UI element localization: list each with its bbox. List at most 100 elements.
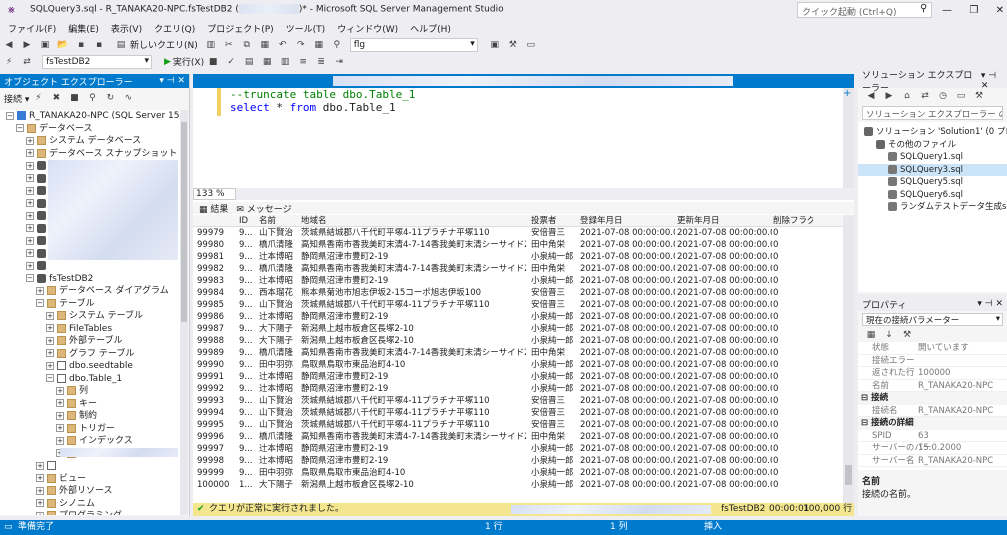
table-row[interactable]: 99985 9... 山下賢治 茨城県結城郡八千代町平塚4-11プラチナ平塚110 安倍… [193,299,843,311]
solution-item[interactable]: ランダムテストデータ生成sql.s [858,201,1007,214]
forward-icon[interactable]: ▶ [20,39,34,51]
tab-messages[interactable]: ✉ メッセージ [236,202,291,215]
table-row[interactable]: 99995 9... 山下賢治 茨城県結城郡八千代町平塚4-11プラチナ平塚110 安倍… [193,419,843,431]
expand-icon[interactable]: + [26,174,34,182]
collapse-icon[interactable]: − [26,274,34,282]
tree-node[interactable]: − テーブル [0,298,188,311]
tree-node[interactable]: − データベース [0,123,188,136]
expand-icon[interactable]: + [56,386,64,395]
expand-icon[interactable]: + [46,349,54,357]
tree-node[interactable]: + インデックス [0,435,188,448]
expand-icon[interactable]: + [46,324,54,332]
tree-scrollbar[interactable] [180,110,188,515]
tree-node[interactable]: + データベース ダイアグラム [0,285,188,298]
wrench-icon[interactable]: ⚒ [972,90,986,102]
new-query-button[interactable]: ▤ 新しいクエリ(N) [112,38,198,52]
expand-icon[interactable]: + [26,199,34,207]
table-row[interactable]: 99989 9... 橋爪清隆 高知県香南市香我美町末清4-7-14香我美町末清シーサ… [193,347,843,359]
table-row[interactable]: 99987 9... 大下陽子 新潟県上越市板倉区長塚2-10 小泉純一郎 2021-07… [193,323,843,335]
connect-icon[interactable]: ⚡ [2,56,16,68]
property-row[interactable]: 返された行 100000 [858,367,1007,380]
expand-icon[interactable]: + [56,424,64,432]
back-icon[interactable]: ◀ [2,39,16,51]
wrench-icon[interactable]: ⚒ [506,39,520,51]
back-icon[interactable]: ◀ [864,90,878,102]
property-row[interactable]: SPID 63 [858,430,1007,442]
results-grid[interactable]: ID 名前 地域名 投票者 登録年月日 更新年月日 削除フラグ 99979 9... 山下賢治 茨城… [193,215,843,503]
property-row[interactable]: 接続エラー [858,355,1007,367]
property-row[interactable]: サーバー名 R_TANAKA20-NPC [858,455,1007,467]
menu-item-0[interactable]: ファイル(F) [8,22,56,35]
collapse-icon[interactable]: ▭ [954,90,968,102]
collapse-icon[interactable]: ⊟ [861,393,871,403]
forward-icon[interactable]: ▶ [882,90,896,102]
search-icon[interactable]: ⚲ [920,3,927,14]
solution-search-input[interactable]: ソリューション エクスプローラー の検索 [862,106,1003,120]
cut-icon[interactable]: ✂ [222,39,236,51]
tree-node[interactable]: − fsTestDB2 [0,273,188,286]
menu-item-1[interactable]: 編集(E) [68,22,99,35]
tree-node[interactable]: + [0,260,188,273]
solution-item[interactable]: その他のファイル [858,139,1007,152]
close-icon[interactable]: ✕ [996,5,1004,16]
connect-button[interactable]: 接続 ▾ [4,92,29,105]
menu-item-4[interactable]: プロジェクト(P) [207,22,273,35]
expand-icon[interactable]: + [36,286,44,295]
table-row[interactable]: 99986 9... 辻本博昭 静岡県沼津市豊町2-19 小泉純一郎 2021-07-08… [193,311,843,323]
expand-icon[interactable]: + [46,336,54,345]
menu-item-5[interactable]: ツール(T) [286,22,326,35]
copy-icon[interactable]: ⧉ [240,39,254,51]
table-row[interactable]: 99982 9... 橋爪清隆 高知県香南市香我美町末清4-7-14香我美町末清シーサ… [193,263,843,275]
tree-node[interactable]: + データベース スナップショット [0,148,188,161]
database-combo[interactable]: fsTestDB2 [42,54,152,69]
table-row[interactable]: 99984 9... 西本瑠花 熊本県菊池市旭志伊坂2-15コーポ旭志伊坂100 安倍晋… [193,287,843,299]
connect-db-icon[interactable]: ⚡ [31,92,45,104]
column-header[interactable]: 名前 [259,215,299,227]
tree-node[interactable]: + キー [0,398,188,411]
expand-icon[interactable]: + [26,161,34,170]
execute-button[interactable]: ▶ 実行(X) [164,55,204,69]
categorized-icon[interactable]: ▦ [864,329,878,341]
solution-item[interactable]: SQLQuery1.sql [858,151,1007,164]
column-header[interactable]: 地域名 [301,215,526,227]
zoom-combo[interactable]: 133 % [193,188,236,200]
undo-icon[interactable]: ↶ [276,39,290,51]
property-pages-icon[interactable]: ⚒ [900,329,914,341]
expand-icon[interactable]: + [56,399,64,407]
panel-pin-close-icon[interactable]: ▾ ⊣ ✕ [159,76,185,86]
tree-node[interactable]: + FileTables [0,323,188,336]
tree-node[interactable]: − dbo.Table_1 [0,373,188,386]
column-header[interactable]: 登録年月日 [580,215,675,227]
stop-icon[interactable]: ■ [206,56,220,68]
tree-node[interactable]: + 外部リソース [0,485,188,498]
menu-item-3[interactable]: クエリ(Q) [154,22,195,35]
alphabetical-icon[interactable]: ↓ [882,329,896,341]
column-header[interactable]: 更新年月日 [677,215,772,227]
collapse-icon[interactable]: − [36,299,44,307]
expand-icon[interactable]: + [26,186,34,195]
collapse-icon[interactable]: − [16,124,24,132]
column-header[interactable]: 投票者 [531,215,581,227]
table-row[interactable]: 99990 9... 田中羽弥 鳥取県鳥取市東品治町4-10 小泉純一郎 2021-07-… [193,359,843,371]
table-row[interactable]: 99999 9... 田中羽弥 鳥取県鳥取市東品治町4-10 小泉純一郎 2021-07-… [193,467,843,479]
expand-icon[interactable]: + [46,361,54,370]
expand-icon[interactable]: + [36,474,44,482]
expand-icon[interactable]: + [56,411,64,420]
solution-item[interactable]: ソリューション 'Solution1' (0 プロジェ [858,126,1007,139]
menu-item-7[interactable]: ヘルプ(H) [410,22,451,35]
tree-node[interactable]: + システム データベース [0,135,188,148]
grid-icon[interactable]: ▦ [312,39,326,51]
properties-object-combo[interactable]: 現在の接続パラメーター ▾ [862,313,1003,326]
panel-pin-close-icon[interactable]: ▾ ⊣ ✕ [977,299,1003,309]
table-row[interactable]: 99981 9... 辻本博昭 静岡県沼津市豊町2-19 小泉純一郎 2021-07-08… [193,251,843,263]
expand-icon[interactable]: + [36,486,44,495]
solution-item[interactable]: SQLQuery6.sql [858,189,1007,202]
tab-results[interactable]: ▦ 結果 [199,202,228,215]
column-header[interactable]: 削除フラグ [773,215,813,227]
activity-icon[interactable]: ∿ [121,92,135,104]
find-combo[interactable]: flg [349,37,478,52]
expand-icon[interactable]: + [56,436,64,445]
minimize-icon[interactable]: — [942,5,952,16]
disconnect-icon[interactable]: ✖ [49,92,63,104]
property-row[interactable]: 状態 開いています [858,342,1007,355]
